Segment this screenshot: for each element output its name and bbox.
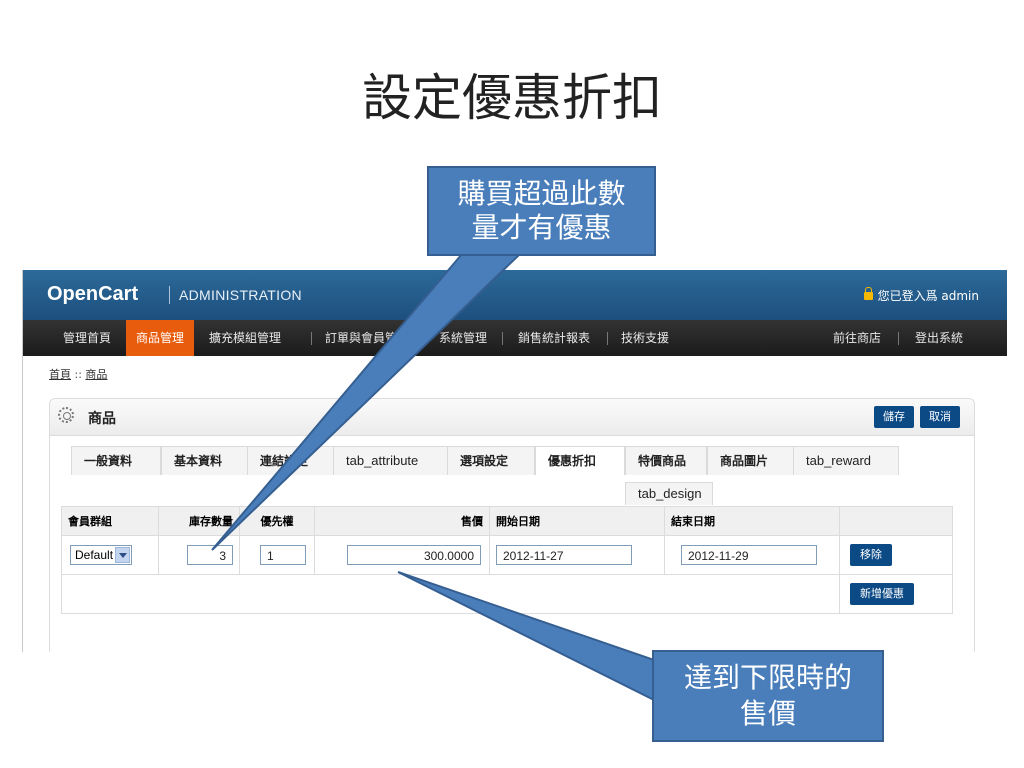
callout-top-line-1: 購買超過此數 xyxy=(457,177,626,210)
date-start-input[interactable]: 2012-11-27 xyxy=(496,545,632,565)
date-end-input[interactable]: 2012-11-29 xyxy=(681,545,817,565)
breadcrumb-products[interactable]: 商品 xyxy=(85,368,107,381)
callout-bottom-line-2: 售價 xyxy=(739,697,796,730)
menu-item-reports[interactable]: 銷售統計報表 xyxy=(508,320,600,356)
header-date-start: 開始日期 xyxy=(489,506,665,536)
slide-title: 設定優惠折扣 xyxy=(362,69,662,127)
logo-divider xyxy=(169,286,170,304)
cancel-button[interactable]: 取消 xyxy=(920,406,960,428)
menu-item-extensions[interactable]: 擴充模組管理 xyxy=(199,320,291,356)
footer-spacer xyxy=(61,574,840,614)
brand-logo[interactable]: OpenCart xyxy=(47,283,138,306)
tab-attribute[interactable]: tab_attribute xyxy=(333,446,449,475)
menu-item-orders[interactable]: 訂單與會員管理 xyxy=(315,320,419,356)
callout-price: 達到下限時的 售價 xyxy=(652,650,884,742)
header-quantity: 庫存數量 xyxy=(158,506,240,536)
tab-special[interactable]: 特價商品 xyxy=(625,446,707,475)
gear-icon xyxy=(58,407,74,423)
remove-discount-button[interactable]: 移除 xyxy=(850,544,892,566)
table-footer-row: 新增優惠 xyxy=(61,574,953,614)
tab-reward[interactable]: tab_reward xyxy=(793,446,899,475)
callout-min-quantity: 購買超過此數 量才有優惠 xyxy=(427,166,656,256)
panel-title: 商品 xyxy=(88,411,116,427)
menu-divider xyxy=(311,332,312,345)
product-panel-header: 商品 儲存 取消 xyxy=(49,398,975,436)
login-status: 您已登入爲 admin xyxy=(863,287,979,304)
tab-data[interactable]: 基本資料 xyxy=(161,446,249,475)
save-button[interactable]: 儲存 xyxy=(874,406,914,428)
customer-group-select[interactable]: Default xyxy=(70,545,132,565)
price-input[interactable]: 300.0000 xyxy=(347,545,481,565)
lock-icon xyxy=(863,287,873,300)
admin-screenshot: OpenCart ADMINISTRATION 您已登入爲 admin 管理首頁… xyxy=(22,270,1007,652)
callout-top-line-2: 量才有優惠 xyxy=(471,211,612,244)
header-price: 售價 xyxy=(314,506,490,536)
tab-design[interactable]: tab_design xyxy=(625,482,713,505)
menu-divider xyxy=(607,332,608,345)
customer-group-value: Default xyxy=(75,548,114,562)
menu-divider xyxy=(425,332,426,345)
table-row: Default 3 1 300.0000 2012-11-27 2012-11-… xyxy=(61,535,953,575)
breadcrumb: 首頁 :: 商品 xyxy=(49,366,107,382)
menu-divider xyxy=(502,332,503,345)
menu-item-products[interactable]: 商品管理 xyxy=(126,320,195,356)
menu-item-storefront[interactable]: 前往商店 xyxy=(823,320,891,356)
tab-image[interactable]: 商品圖片 xyxy=(707,446,795,475)
menu-item-system[interactable]: 系統管理 xyxy=(429,320,497,356)
priority-input[interactable]: 1 xyxy=(260,545,306,565)
menu-item-home[interactable]: 管理首頁 xyxy=(53,320,121,356)
main-menu: 管理首頁 商品管理 擴充模組管理 訂單與會員管理 系統管理 銷售統計報表 技術支… xyxy=(23,320,1007,356)
tab-links[interactable]: 連結設定 xyxy=(247,446,335,475)
menu-item-logout[interactable]: 登出系統 xyxy=(905,320,973,356)
menu-divider xyxy=(898,332,899,345)
login-text: 您已登入爲 admin xyxy=(877,289,979,303)
tab-discount[interactable]: 優惠折扣 xyxy=(535,446,625,475)
header-customer-group: 會員群組 xyxy=(61,506,159,536)
header-priority: 優先權 xyxy=(239,506,315,536)
header-action xyxy=(839,506,953,536)
chevron-down-icon[interactable] xyxy=(115,547,130,563)
breadcrumb-home[interactable]: 首頁 xyxy=(49,368,71,381)
menu-item-support[interactable]: 技術支援 xyxy=(611,320,679,356)
quantity-input[interactable]: 3 xyxy=(187,545,233,565)
add-discount-button[interactable]: 新增優惠 xyxy=(850,583,914,605)
callout-bottom-line-1: 達到下限時的 xyxy=(683,661,852,694)
admin-header: OpenCart ADMINISTRATION 您已登入爲 admin xyxy=(23,270,1007,320)
discount-table: 會員群組 庫存數量 優先權 售價 開始日期 結束日期 Default 3 1 3… xyxy=(61,506,953,614)
header-date-end: 結束日期 xyxy=(664,506,840,536)
breadcrumb-separator: :: xyxy=(74,368,82,381)
brand-subtitle: ADMINISTRATION xyxy=(179,287,302,303)
tab-options[interactable]: 選項設定 xyxy=(447,446,535,475)
tab-general[interactable]: 一般資料 xyxy=(71,446,161,475)
table-header-row: 會員群組 庫存數量 優先權 售價 開始日期 結束日期 xyxy=(61,506,953,536)
